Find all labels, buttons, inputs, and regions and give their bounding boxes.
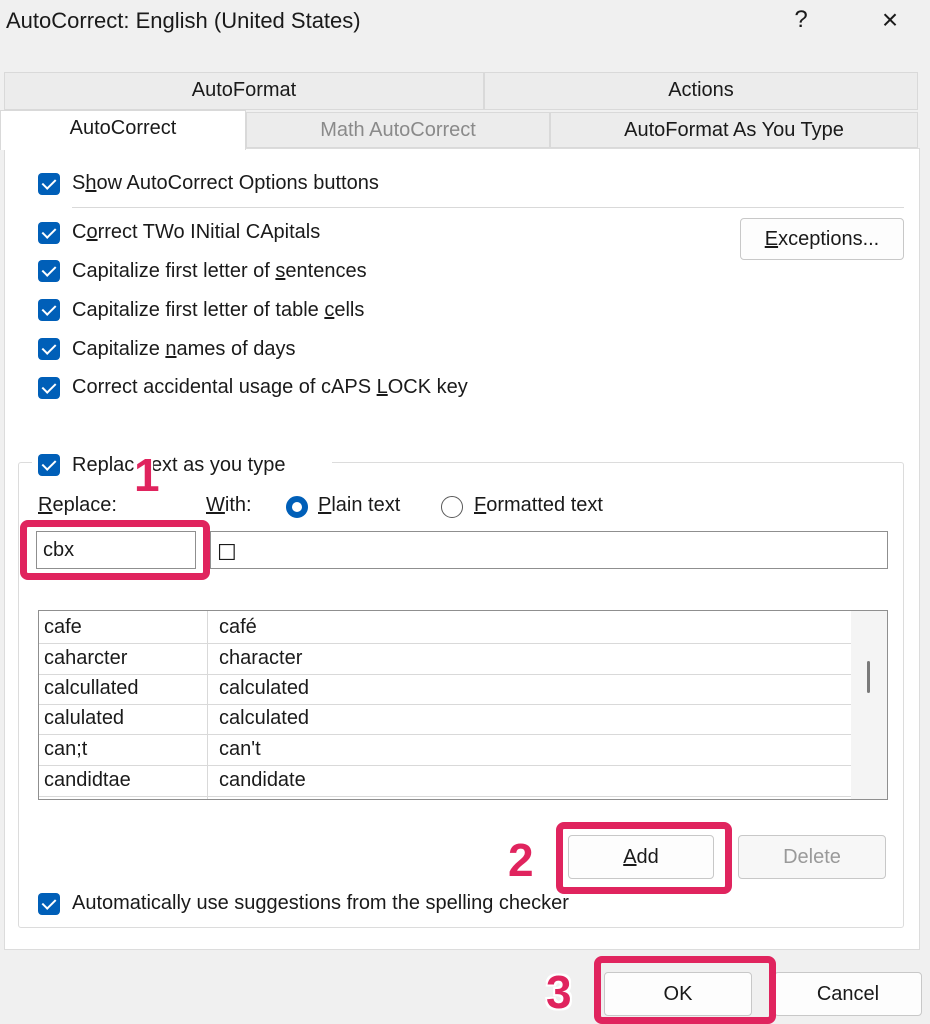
tab-math-autocorrect[interactable]: Math AutoCorrect bbox=[246, 112, 550, 148]
spelling-suggestions-checkbox[interactable] bbox=[38, 893, 60, 915]
close-button[interactable]: × bbox=[872, 4, 908, 36]
annotation-number-2: 2 bbox=[508, 834, 534, 886]
names-days-checkbox[interactable] bbox=[38, 338, 60, 360]
replace-as-type-checkbox[interactable] bbox=[38, 454, 60, 476]
separator bbox=[72, 207, 904, 208]
window-title: AutoCorrect: English (United States) bbox=[6, 8, 361, 33]
cancel-button[interactable]: Cancel bbox=[774, 972, 922, 1016]
exceptions-button[interactable]: Exceptions... bbox=[740, 218, 904, 260]
table-row[interactable]: calulated calculated bbox=[39, 704, 851, 735]
list-scrollbar[interactable] bbox=[851, 611, 887, 799]
first-sentence-label: Capitalize first letter of sentences bbox=[72, 260, 367, 282]
names-days-label: Capitalize names of days bbox=[72, 338, 296, 360]
table-row[interactable]: can;t can't bbox=[39, 735, 851, 766]
tab-actions[interactable]: Actions bbox=[484, 72, 918, 110]
tab-autoformat-as-you-type[interactable]: AutoFormat As You Type bbox=[550, 112, 918, 148]
spelling-suggestions-label: Automatically use suggestions from the s… bbox=[72, 892, 569, 914]
tab-autocorrect[interactable]: AutoCorrect bbox=[0, 110, 246, 150]
formatted-text-label: Formatted text bbox=[474, 494, 603, 516]
table-row[interactable]: caharcter character bbox=[39, 644, 851, 675]
delete-button[interactable]: Delete bbox=[738, 835, 886, 879]
show-options-checkbox[interactable] bbox=[38, 173, 60, 195]
autocorrect-entries-list[interactable]: cafe café caharcter character calcullate… bbox=[38, 610, 888, 800]
plain-text-label: Plain text bbox=[318, 494, 401, 516]
annotation-box-add bbox=[556, 822, 732, 894]
annotation-number-1: 1 bbox=[134, 449, 160, 501]
show-options-label: Show AutoCorrect Options buttons bbox=[72, 172, 379, 194]
formatted-text-radio[interactable] bbox=[441, 496, 463, 518]
table-row[interactable]: cafe café bbox=[39, 613, 851, 644]
scrollbar-thumb[interactable] bbox=[867, 661, 870, 693]
first-table-label: Capitalize first letter of table cells bbox=[72, 299, 365, 321]
annotation-box-ok bbox=[594, 956, 776, 1024]
first-table-checkbox[interactable] bbox=[38, 299, 60, 321]
caps-lock-checkbox[interactable] bbox=[38, 377, 60, 399]
table-row[interactable]: candidtae candidate bbox=[39, 766, 851, 797]
with-input[interactable]: ☐ bbox=[210, 531, 888, 569]
caps-lock-label: Correct accidental usage of cAPS LOCK ke… bbox=[72, 376, 468, 398]
annotation-number-3: 3 bbox=[546, 966, 572, 1018]
replace-label: Replace: bbox=[38, 494, 117, 516]
first-sentence-checkbox[interactable] bbox=[38, 260, 60, 282]
help-button[interactable]: ? bbox=[786, 6, 816, 34]
plain-text-radio[interactable] bbox=[286, 496, 308, 518]
table-row[interactable]: calcullated calculated bbox=[39, 674, 851, 705]
annotation-box-replace bbox=[20, 520, 210, 580]
two-initial-checkbox[interactable] bbox=[38, 222, 60, 244]
tab-autoformat[interactable]: AutoFormat bbox=[4, 72, 484, 110]
with-label: With: bbox=[206, 494, 252, 516]
two-initial-label: Correct TWo INitial CApitals bbox=[72, 221, 321, 243]
replace-as-type-label: Replac ext as you type bbox=[72, 454, 286, 476]
